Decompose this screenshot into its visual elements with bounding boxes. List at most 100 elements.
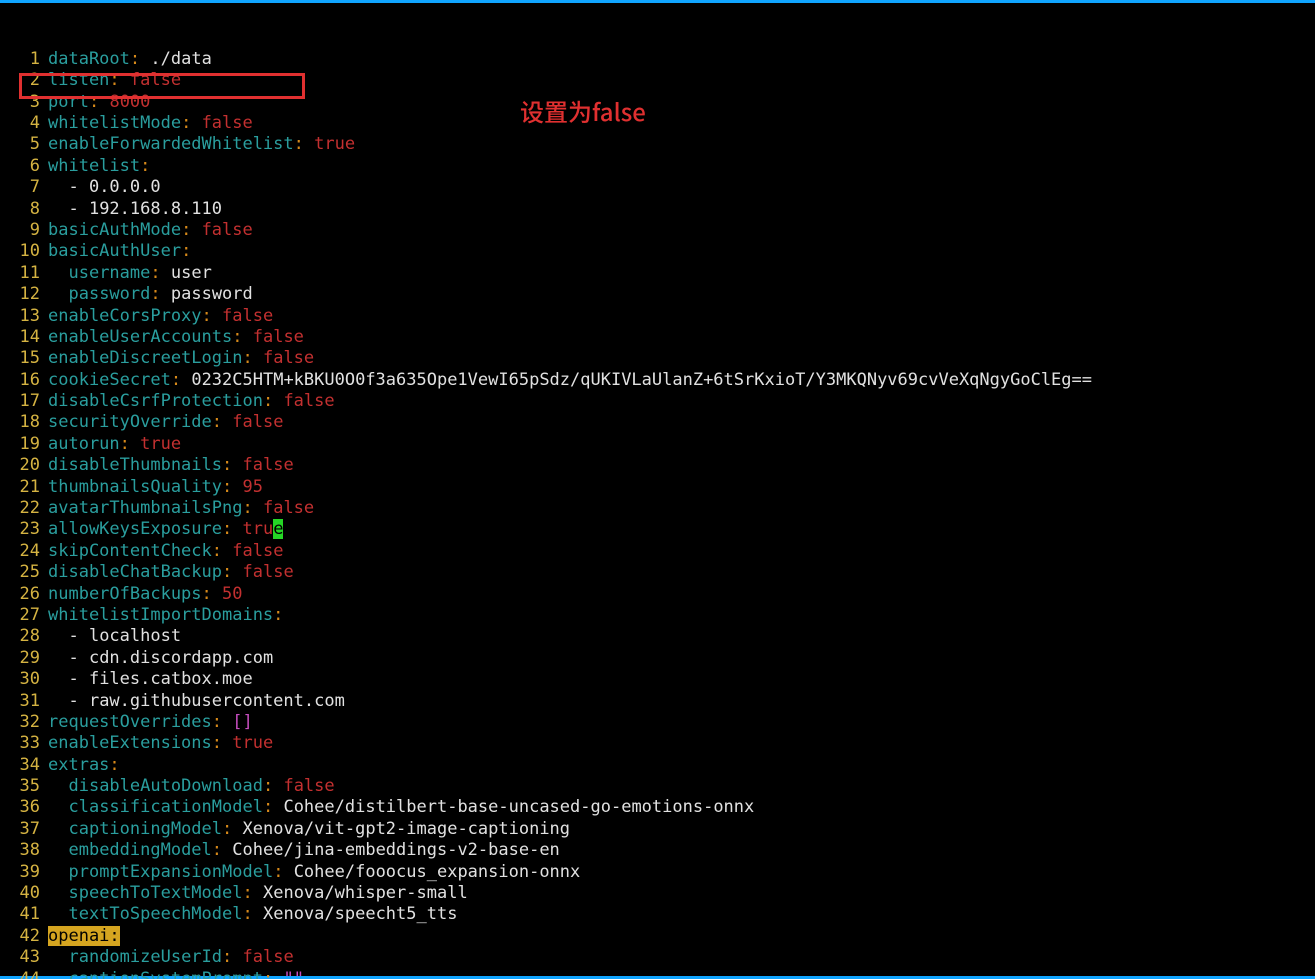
code-line[interactable]: 27whitelistImportDomains:: [0, 605, 1315, 626]
code-content[interactable]: disableThumbnails: false: [48, 455, 1315, 476]
code-content[interactable]: password: password: [48, 284, 1315, 305]
code-line[interactable]: 10basicAuthUser:: [0, 241, 1315, 262]
code-line[interactable]: 30 - files.catbox.moe: [0, 669, 1315, 690]
code-content[interactable]: disableAutoDownload: false: [48, 776, 1315, 797]
code-line[interactable]: 14enableUserAccounts: false: [0, 327, 1315, 348]
code-content[interactable]: listen: false: [48, 70, 1315, 91]
code-line[interactable]: 34extras:: [0, 755, 1315, 776]
code-content[interactable]: port: 8000: [48, 92, 1315, 113]
code-line[interactable]: 38 embeddingModel: Cohee/jina-embeddings…: [0, 840, 1315, 861]
code-line[interactable]: 9basicAuthMode: false: [0, 220, 1315, 241]
code-content[interactable]: captioningModel: Xenova/vit-gpt2-image-c…: [48, 819, 1315, 840]
code-content[interactable]: dataRoot: ./data: [48, 49, 1315, 70]
code-content[interactable]: - files.catbox.moe: [48, 669, 1315, 690]
code-content[interactable]: classificationModel: Cohee/distilbert-ba…: [48, 797, 1315, 818]
code-content[interactable]: - localhost: [48, 626, 1315, 647]
code-line[interactable]: 18securityOverride: false: [0, 412, 1315, 433]
code-content[interactable]: requestOverrides: []: [48, 712, 1315, 733]
line-number: 44: [0, 969, 48, 979]
code-content[interactable]: cookieSecret: 0232C5HTM+kBKU0O0f3a635Ope…: [48, 370, 1315, 391]
code-content[interactable]: disableCsrfProtection: false: [48, 391, 1315, 412]
code-content[interactable]: enableDiscreetLogin: false: [48, 348, 1315, 369]
code-content[interactable]: textToSpeechModel: Xenova/speecht5_tts: [48, 904, 1315, 925]
code-line[interactable]: 15enableDiscreetLogin: false: [0, 348, 1315, 369]
code-line[interactable]: 20disableThumbnails: false: [0, 455, 1315, 476]
code-content[interactable]: basicAuthMode: false: [48, 220, 1315, 241]
code-content[interactable]: extras:: [48, 755, 1315, 776]
line-number: 30: [0, 669, 48, 690]
code-line[interactable]: 23allowKeysExposure: true: [0, 519, 1315, 540]
line-number: 36: [0, 797, 48, 818]
terminal-editor[interactable]: 1dataRoot: ./data2listen: false3port: 80…: [0, 0, 1315, 979]
line-number: 20: [0, 455, 48, 476]
code-content[interactable]: thumbnailsQuality: 95: [48, 477, 1315, 498]
code-line[interactable]: 31 - raw.githubusercontent.com: [0, 691, 1315, 712]
code-line[interactable]: 39 promptExpansionModel: Cohee/fooocus_e…: [0, 862, 1315, 883]
code-line[interactable]: 3port: 8000: [0, 92, 1315, 113]
code-content[interactable]: captionSystemPrompt: "": [48, 969, 1315, 979]
code-content[interactable]: whitelistMode: false: [48, 113, 1315, 134]
line-number: 15: [0, 348, 48, 369]
code-line[interactable]: 4whitelistMode: false: [0, 113, 1315, 134]
code-content[interactable]: allowKeysExposure: true: [48, 519, 1315, 540]
code-line[interactable]: 2listen: false: [0, 70, 1315, 91]
code-line[interactable]: 35 disableAutoDownload: false: [0, 776, 1315, 797]
line-number: 33: [0, 733, 48, 754]
code-line[interactable]: 11 username: user: [0, 263, 1315, 284]
code-line[interactable]: 6whitelist:: [0, 156, 1315, 177]
code-content[interactable]: skipContentCheck: false: [48, 541, 1315, 562]
code-content[interactable]: username: user: [48, 263, 1315, 284]
code-content[interactable]: whitelist:: [48, 156, 1315, 177]
code-line[interactable]: 17disableCsrfProtection: false: [0, 391, 1315, 412]
code-line[interactable]: 19autorun: true: [0, 434, 1315, 455]
code-line[interactable]: 33enableExtensions: true: [0, 733, 1315, 754]
code-line[interactable]: 21thumbnailsQuality: 95: [0, 477, 1315, 498]
code-content[interactable]: - 192.168.8.110: [48, 199, 1315, 220]
code-line[interactable]: 28 - localhost: [0, 626, 1315, 647]
code-line[interactable]: 24skipContentCheck: false: [0, 541, 1315, 562]
code-content[interactable]: numberOfBackups: 50: [48, 584, 1315, 605]
code-line[interactable]: 43 randomizeUserId: false: [0, 947, 1315, 968]
code-line[interactable]: 13enableCorsProxy: false: [0, 306, 1315, 327]
code-line[interactable]: 16cookieSecret: 0232C5HTM+kBKU0O0f3a635O…: [0, 370, 1315, 391]
code-line[interactable]: 5enableForwardedWhitelist: true: [0, 134, 1315, 155]
code-line[interactable]: 40 speechToTextModel: Xenova/whisper-sma…: [0, 883, 1315, 904]
code-line[interactable]: 42openai:: [0, 926, 1315, 947]
code-content[interactable]: disableChatBackup: false: [48, 562, 1315, 583]
line-number: 34: [0, 755, 48, 776]
line-number: 43: [0, 947, 48, 968]
code-line[interactable]: 32requestOverrides: []: [0, 712, 1315, 733]
code-line[interactable]: 22avatarThumbnailsPng: false: [0, 498, 1315, 519]
code-content[interactable]: enableExtensions: true: [48, 733, 1315, 754]
code-line[interactable]: 7 - 0.0.0.0: [0, 177, 1315, 198]
code-line[interactable]: 26numberOfBackups: 50: [0, 584, 1315, 605]
code-line[interactable]: 8 - 192.168.8.110: [0, 199, 1315, 220]
code-line[interactable]: 44 captionSystemPrompt: "": [0, 969, 1315, 979]
code-line[interactable]: 29 - cdn.discordapp.com: [0, 648, 1315, 669]
code-content[interactable]: whitelistImportDomains:: [48, 605, 1315, 626]
code-content[interactable]: speechToTextModel: Xenova/whisper-small: [48, 883, 1315, 904]
code-content[interactable]: openai:: [48, 926, 1315, 947]
code-content[interactable]: - 0.0.0.0: [48, 177, 1315, 198]
code-content[interactable]: promptExpansionModel: Cohee/fooocus_expa…: [48, 862, 1315, 883]
code-content[interactable]: securityOverride: false: [48, 412, 1315, 433]
code-content[interactable]: enableUserAccounts: false: [48, 327, 1315, 348]
code-area[interactable]: 1dataRoot: ./data2listen: false3port: 80…: [0, 49, 1315, 979]
code-content[interactable]: enableCorsProxy: false: [48, 306, 1315, 327]
code-line[interactable]: 36 classificationModel: Cohee/distilbert…: [0, 797, 1315, 818]
code-content[interactable]: avatarThumbnailsPng: false: [48, 498, 1315, 519]
code-content[interactable]: randomizeUserId: false: [48, 947, 1315, 968]
line-number: 16: [0, 370, 48, 391]
code-content[interactable]: - raw.githubusercontent.com: [48, 691, 1315, 712]
code-content[interactable]: basicAuthUser:: [48, 241, 1315, 262]
code-content[interactable]: embeddingModel: Cohee/jina-embeddings-v2…: [48, 840, 1315, 861]
code-line[interactable]: 37 captioningModel: Xenova/vit-gpt2-imag…: [0, 819, 1315, 840]
code-content[interactable]: enableForwardedWhitelist: true: [48, 134, 1315, 155]
code-line[interactable]: 41 textToSpeechModel: Xenova/speecht5_tt…: [0, 904, 1315, 925]
code-line[interactable]: 12 password: password: [0, 284, 1315, 305]
line-number: 1: [0, 49, 48, 70]
code-line[interactable]: 25disableChatBackup: false: [0, 562, 1315, 583]
code-content[interactable]: autorun: true: [48, 434, 1315, 455]
code-content[interactable]: - cdn.discordapp.com: [48, 648, 1315, 669]
code-line[interactable]: 1dataRoot: ./data: [0, 49, 1315, 70]
